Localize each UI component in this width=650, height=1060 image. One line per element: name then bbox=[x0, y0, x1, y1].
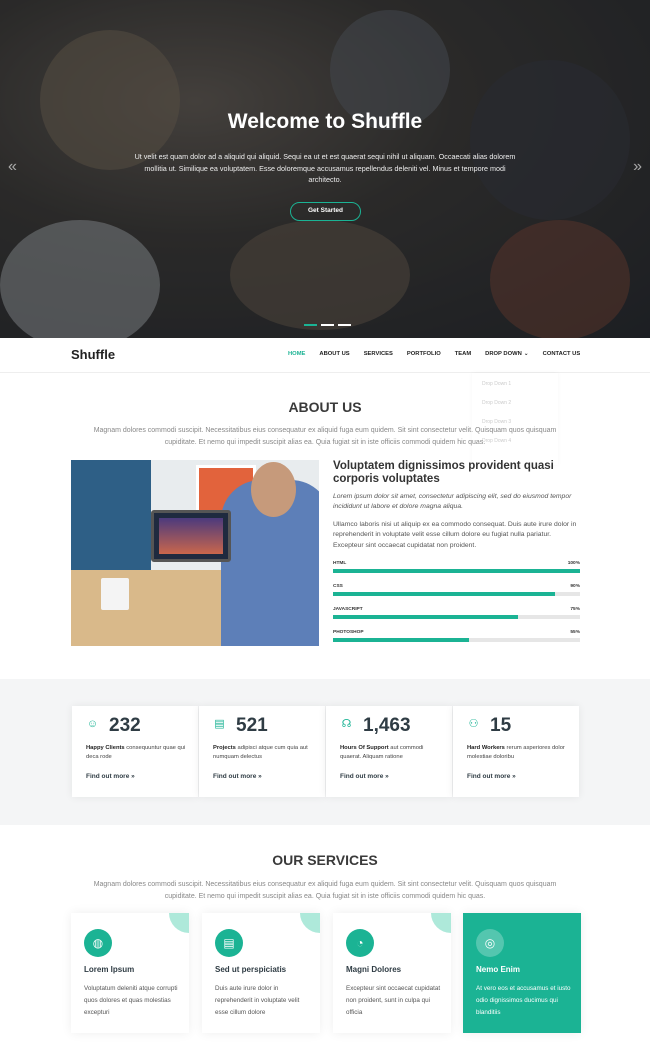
service-text: Voluptatum deleniti atque corrupti quos … bbox=[84, 985, 178, 1016]
nav-item-contact[interactable]: CONTACT US bbox=[543, 351, 581, 357]
count-desc: Projects adipisci atque cum quia aut num… bbox=[213, 744, 317, 762]
nav-item-dropdown[interactable]: DROP DOWN ⌄ bbox=[485, 351, 528, 357]
nav-item-portfolio[interactable]: PORTFOLIO bbox=[407, 351, 441, 357]
get-started-button[interactable]: Get Started bbox=[290, 202, 361, 221]
find-out-more-link[interactable]: Find out more » bbox=[467, 773, 516, 780]
count-label: Hours Of Support bbox=[340, 745, 389, 751]
find-out-more-link[interactable]: Find out more » bbox=[86, 773, 135, 780]
about-image bbox=[71, 460, 319, 646]
chevron-down-icon: ⌄ bbox=[523, 351, 529, 357]
carousel-dot[interactable] bbox=[321, 324, 334, 326]
skill-bar bbox=[333, 569, 580, 573]
service-text: Duis aute irure dolor in reprehenderit i… bbox=[215, 985, 300, 1016]
navbar: Shuffle HOME ABOUT US SERVICES PORTFOLIO… bbox=[0, 338, 650, 373]
headset-icon: ☊ bbox=[341, 718, 352, 730]
speedometer-icon: ◔ bbox=[346, 929, 374, 957]
hero-text: Ut velit est quam dolor ad a aliquid qui… bbox=[134, 152, 516, 184]
hero-title: Welcome to Shuffle bbox=[227, 110, 423, 133]
skill-name: JAVASCRIPT bbox=[333, 607, 363, 612]
skill-value: 75% bbox=[570, 607, 580, 612]
skill-css: CSS 90% bbox=[333, 584, 580, 596]
chevron-double-left-icon[interactable]: « bbox=[8, 158, 17, 176]
count-desc: Hard Workers rerum asperiores dolor mole… bbox=[467, 744, 571, 762]
service-card[interactable]: ◍ Lorem Ipsum Voluptatum deleniti atque … bbox=[71, 913, 189, 1033]
main-menu: HOME ABOUT US SERVICES PORTFOLIO TEAM DR… bbox=[288, 351, 594, 357]
carousel-indicators bbox=[304, 324, 351, 326]
nav-item-services[interactable]: SERVICES bbox=[364, 351, 393, 357]
skill-bar bbox=[333, 638, 469, 642]
service-card-active[interactable]: ◎ Nemo Enim At vero eos et accusamus et … bbox=[463, 913, 581, 1033]
card-corner-decoration bbox=[169, 913, 189, 933]
count-label: Projects bbox=[213, 745, 236, 751]
skill-html: HTML 100% bbox=[333, 561, 580, 573]
about-subtitle: Magnam dolores commodi suscipit. Necessi… bbox=[93, 427, 557, 446]
about-paragraph: Ullamco laboris nisi ut aliquip ex ea co… bbox=[333, 521, 577, 549]
count-number: 15 bbox=[490, 715, 512, 736]
skill-photoshop: PHOTOSHOP 55% bbox=[333, 630, 580, 642]
carousel-dot[interactable] bbox=[338, 324, 351, 326]
chevron-double-right-icon[interactable]: » bbox=[633, 158, 642, 176]
count-box: ☊ 1,463 Hours Of Support aut commodi qua… bbox=[326, 706, 452, 797]
nav-item-team[interactable]: TEAM bbox=[455, 351, 471, 357]
skill-javascript: JAVASCRIPT 75% bbox=[333, 607, 580, 619]
count-desc: Happy Clients consequuntur quae qui deca… bbox=[86, 744, 190, 762]
globe-icon: ◎ bbox=[476, 929, 504, 957]
find-out-more-link[interactable]: Find out more » bbox=[213, 773, 262, 780]
carousel-dot[interactable] bbox=[304, 324, 317, 326]
service-text: Excepteur sint occaecat cupidatat non pr… bbox=[346, 985, 441, 1016]
skill-name: HTML bbox=[333, 561, 347, 566]
smile-icon: ☺ bbox=[86, 718, 99, 730]
services-title: OUR SERVICES bbox=[272, 852, 378, 868]
about-heading: Voluptatem dignissimos provident quasi c… bbox=[333, 460, 554, 485]
find-out-more-link[interactable]: Find out more » bbox=[340, 773, 389, 780]
logo[interactable]: Shuffle bbox=[71, 347, 115, 362]
services-subtitle: Magnam dolores commodi suscipit. Necessi… bbox=[93, 881, 557, 900]
about-title: ABOUT US bbox=[288, 399, 362, 415]
count-box: ▤ 521 Projects adipisci atque cum quia a… bbox=[199, 706, 325, 797]
count-label: Hard Workers bbox=[467, 745, 505, 751]
count-number: 1,463 bbox=[363, 715, 411, 736]
skill-value: 90% bbox=[570, 584, 580, 589]
count-number: 232 bbox=[109, 715, 141, 736]
skill-value: 100% bbox=[567, 561, 580, 566]
nav-item-dropdown-label: DROP DOWN bbox=[485, 351, 522, 357]
people-icon: ⚇ bbox=[468, 718, 479, 730]
service-title: Magni Dolores bbox=[346, 965, 402, 974]
count-label: Happy Clients bbox=[86, 745, 125, 751]
card-corner-decoration bbox=[300, 913, 320, 933]
dropdown-menu: Drop Down 1 Drop Down 2 Drop Down 3 Drop… bbox=[472, 373, 558, 465]
service-card[interactable]: ◔ Magni Dolores Excepteur sint occaecat … bbox=[333, 913, 451, 1033]
count-desc: Hours Of Support aut commodi quaerat. Al… bbox=[340, 744, 444, 762]
dribbble-icon: ◍ bbox=[84, 929, 112, 957]
service-title: Nemo Enim bbox=[476, 965, 521, 974]
skill-value: 55% bbox=[570, 630, 580, 635]
count-number: 521 bbox=[236, 715, 268, 736]
service-text: At vero eos et accusamus et iusto odio d… bbox=[476, 985, 571, 1016]
service-card[interactable]: ▤ Sed ut perspiciatis Duis aute irure do… bbox=[202, 913, 320, 1033]
hero-section: « » Welcome to Shuffle Ut velit est quam… bbox=[0, 0, 650, 338]
nav-item-about[interactable]: ABOUT US bbox=[319, 351, 349, 357]
skill-bar bbox=[333, 615, 519, 619]
dropdown-item[interactable]: Drop Down 1 bbox=[472, 373, 558, 392]
service-title: Lorem Ipsum bbox=[84, 965, 135, 974]
service-title: Sed ut perspiciatis bbox=[215, 965, 287, 974]
nav-item-home[interactable]: HOME bbox=[288, 351, 305, 357]
count-box: ☺ 232 Happy Clients consequuntur quae qu… bbox=[72, 706, 198, 797]
skill-name: PHOTOSHOP bbox=[333, 630, 364, 635]
card-corner-decoration bbox=[431, 913, 451, 933]
skill-name: CSS bbox=[333, 584, 343, 589]
skill-bar bbox=[333, 592, 556, 596]
about-italic: Lorem ipsum dolor sit amet, consectetur … bbox=[333, 493, 572, 510]
file-icon: ▤ bbox=[215, 929, 243, 957]
count-box: ⚇ 15 Hard Workers rerum asperiores dolor… bbox=[453, 706, 579, 797]
journal-icon: ▤ bbox=[214, 718, 225, 730]
